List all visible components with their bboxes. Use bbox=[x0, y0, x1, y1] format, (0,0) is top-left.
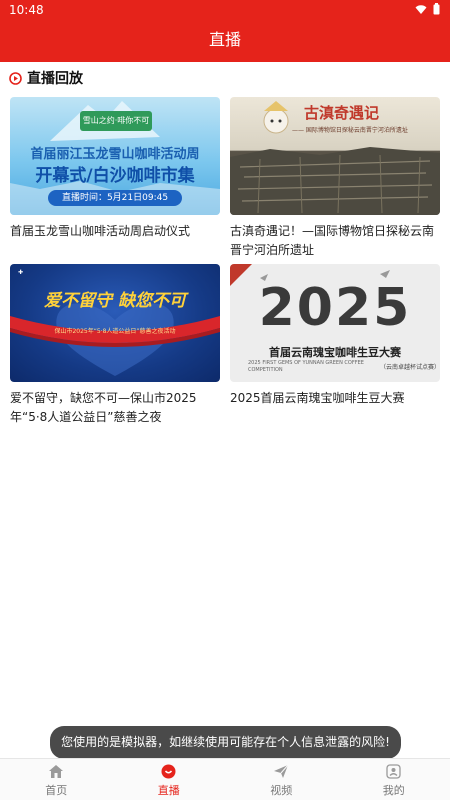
live-play-icon bbox=[9, 71, 22, 85]
video-caption[interactable]: 爱不留守，缺您不可—保山市2025年“5·8人道公益日”慈善之夜 bbox=[10, 389, 220, 427]
poster-subtitle: 2025 FIRST GEMS OF YUNNAN GREEN COFFEE C… bbox=[248, 360, 364, 373]
video-thumbnail[interactable]: 雪山之约·啡你不可 首届丽江玉龙雪山咖啡活动周 开幕式/白沙咖啡市集 直播时间：… bbox=[10, 97, 220, 215]
tab-mine-label: 我的 bbox=[382, 784, 405, 797]
video-caption[interactable]: 古滇奇遇记！—国际博物馆日探秘云南晋宁河泊所遗址 bbox=[230, 222, 440, 260]
red-cross-logo: ✚ bbox=[18, 269, 24, 276]
status-time: 10:48 bbox=[9, 3, 44, 17]
video-card[interactable]: ✚ 爱不留守 缺您不可 保山市2025年“5·8人道公益日”慈善之夜活动 爱不留… bbox=[10, 264, 220, 427]
poster-title: 古滇奇遇记 bbox=[304, 104, 380, 122]
video-thumbnail[interactable]: ✚ 爱不留守 缺您不可 保山市2025年“5·8人道公益日”慈善之夜活动 bbox=[10, 264, 220, 382]
tab-live[interactable]: 直播 bbox=[113, 759, 226, 800]
poster-subtitle: —— 国际博物馆日探秘云南晋宁河泊所遗址 bbox=[292, 127, 408, 134]
tab-video[interactable]: 视频 bbox=[225, 759, 338, 800]
tab-mine[interactable]: 我的 bbox=[338, 759, 450, 800]
poster-line2: 开幕式/白沙咖啡市集 bbox=[35, 166, 195, 186]
video-thumbnail[interactable]: 古滇奇遇记 —— 国际博物馆日探秘云南晋宁河泊所遗址 bbox=[230, 97, 440, 215]
bottom-tab-bar: 首页 直播 视频 我的 bbox=[0, 758, 450, 800]
live-icon bbox=[161, 764, 176, 779]
tab-live-label: 直播 bbox=[157, 784, 180, 797]
poster-year: 2025 bbox=[258, 278, 412, 338]
heart-ribbon-graphic bbox=[10, 303, 220, 376]
poster-tag: （云南卓越杯试点赛） bbox=[380, 364, 440, 371]
status-bar: 10:48 bbox=[0, 0, 450, 20]
video-thumbnail[interactable]: 2025 首届云南瑰宝咖啡生豆大赛 2025 FIRST GEMS OF YUN… bbox=[230, 264, 440, 382]
status-icons bbox=[415, 3, 440, 15]
poster-badge: 雪山之约·啡你不可 bbox=[80, 111, 152, 131]
app-header: 直播 bbox=[0, 20, 450, 62]
poster-line1: 首届丽江玉龙雪山咖啡活动周 bbox=[30, 147, 200, 162]
section-title-label: 直播回放 bbox=[27, 71, 83, 87]
video-caption[interactable]: 首届玉龙雪山咖啡活动周启动仪式 bbox=[10, 222, 220, 241]
tab-home-label: 首页 bbox=[45, 784, 68, 797]
tab-home[interactable]: 首页 bbox=[0, 759, 113, 800]
video-card[interactable]: 2025 首届云南瑰宝咖啡生豆大赛 2025 FIRST GEMS OF YUN… bbox=[230, 264, 440, 408]
page-title: 直播 bbox=[208, 30, 241, 49]
emulator-warning-toast: 您使用的是模拟器，如继续使用可能存在个人信息泄露的风险! bbox=[50, 726, 401, 759]
toast-text: 您使用的是模拟器，如继续使用可能存在个人信息泄露的风险! bbox=[61, 735, 390, 749]
send-icon bbox=[274, 764, 289, 778]
video-card[interactable]: 雪山之约·啡你不可 首届丽江玉龙雪山咖啡活动周 开幕式/白沙咖啡市集 直播时间：… bbox=[10, 97, 220, 241]
wifi-icon bbox=[415, 4, 427, 14]
poster-title: 爱不留守 缺您不可 bbox=[44, 291, 186, 311]
poster-subtitle: 保山市2025年“5·8人道公益日”慈善之夜活动 bbox=[54, 328, 176, 335]
video-caption[interactable]: 2025首届云南瑰宝咖啡生豆大赛 bbox=[230, 389, 440, 408]
home-icon bbox=[49, 765, 64, 778]
tab-video-label: 视频 bbox=[270, 784, 293, 797]
battery-icon bbox=[433, 3, 440, 15]
profile-icon bbox=[386, 764, 401, 779]
video-card[interactable]: 古滇奇遇记 —— 国际博物馆日探秘云南晋宁河泊所遗址 古滇奇遇记！—国际博物馆日… bbox=[230, 97, 440, 260]
poster-title: 首届云南瑰宝咖啡生豆大赛 bbox=[269, 346, 401, 359]
section-title: 直播回放 bbox=[9, 68, 83, 88]
poster-time: 直播时间：5月21日09:45 bbox=[48, 190, 182, 206]
